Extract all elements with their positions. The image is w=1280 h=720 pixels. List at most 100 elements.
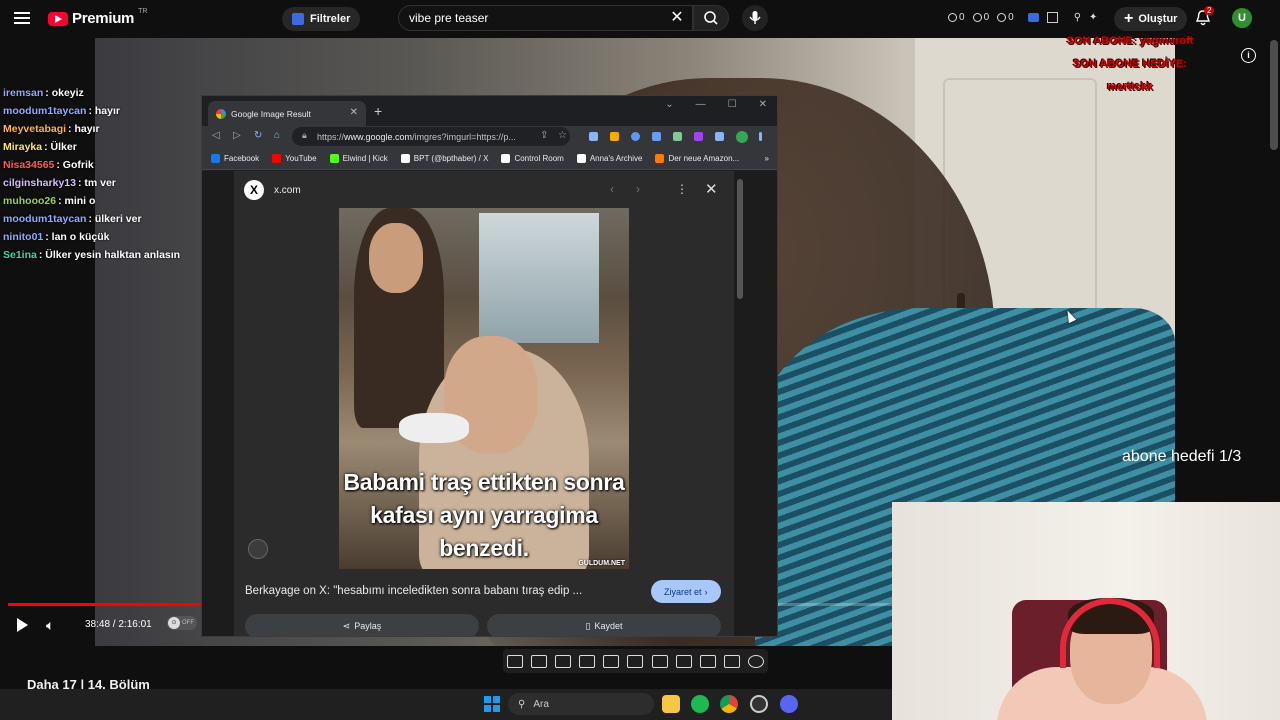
bookmark-item[interactable]: Facebook	[211, 154, 259, 163]
close-tab-icon[interactable]: ✕	[350, 107, 358, 118]
play-icon[interactable]	[14, 617, 30, 633]
filters-button[interactable]: Filtreler	[282, 7, 361, 31]
eye-icon	[972, 13, 982, 22]
share-button[interactable]: ⋖ Paylaş	[245, 614, 479, 636]
obs-icon[interactable]	[750, 695, 768, 713]
camera-icon[interactable]	[699, 654, 716, 668]
visit-button[interactable]: Ziyaret et ›	[651, 580, 721, 603]
close-panel-icon[interactable]: ✕	[705, 180, 718, 198]
chat-username[interactable]: Nisa34565	[3, 159, 54, 171]
more-options-icon[interactable]: ⋮	[676, 182, 688, 196]
lock-icon[interactable]: 🔒︎	[302, 130, 307, 141]
taskbar-search[interactable]: ⚲ Ara	[508, 693, 654, 715]
filters-label: Filtreler	[310, 13, 351, 25]
panel-scrollbar[interactable]	[737, 179, 743, 299]
puzzle-icon[interactable]	[652, 132, 661, 141]
bookmarks-bar: Facebook YouTube Elwind | Kick BPT (@bpthab…	[202, 148, 777, 170]
chevron-down-icon[interactable]: ⌄	[665, 99, 673, 110]
result-image[interactable]: Babami traş ettikten sonra kafası aynı y…	[339, 208, 629, 569]
chat-username[interactable]: Mirayka	[3, 141, 42, 153]
profile-avatar[interactable]	[736, 131, 748, 143]
avatar[interactable]: U	[1232, 8, 1252, 28]
chrome-menu-icon[interactable]	[759, 132, 762, 141]
picture-in-picture-icon[interactable]	[603, 654, 620, 668]
chat-username[interactable]: iremsan	[3, 87, 43, 99]
volume-icon[interactable]: 🔈︎	[46, 617, 66, 633]
chat-username[interactable]: Se1ina	[3, 249, 37, 261]
autoplay-toggle[interactable]: ⊙ OFF	[167, 616, 197, 630]
bookmark-star-icon[interactable]: ☆	[558, 130, 567, 141]
bookmark-item[interactable]: Anna's Archive	[576, 154, 642, 163]
chrome-icon[interactable]	[720, 695, 738, 713]
keyboard-icon[interactable]	[723, 654, 740, 668]
file-explorer-icon[interactable]	[662, 695, 680, 713]
address-bar[interactable]: https://www.google.com/imgres?imgurl=htt…	[292, 127, 570, 146]
search-button[interactable]	[693, 5, 729, 31]
broadcast-icon[interactable]	[531, 654, 548, 668]
extension-icon[interactable]	[631, 132, 640, 141]
clear-search-icon[interactable]: ✕	[668, 9, 686, 27]
trophy-icon[interactable]: ⚲	[1074, 12, 1081, 23]
youtube-logo[interactable]: Premium TR	[48, 8, 147, 27]
chat-username[interactable]: muhooo26	[3, 195, 56, 207]
notifications-button[interactable]: 2	[1194, 6, 1215, 29]
gear-icon[interactable]	[747, 654, 764, 668]
new-tab-icon[interactable]: +	[374, 103, 382, 119]
save-button[interactable]: ▯ Kaydet	[487, 614, 721, 636]
spotify-icon[interactable]	[691, 695, 709, 713]
extension-icon[interactable]	[589, 132, 598, 141]
forward-icon[interactable]: ▷	[233, 130, 241, 141]
chat-username[interactable]: ninito01	[3, 231, 43, 243]
share-page-icon[interactable]: ⇪	[540, 130, 548, 141]
bookmark-item[interactable]: YouTube	[272, 154, 317, 163]
bookmark-label: Der neue Amazon...	[668, 154, 740, 163]
side-panel-icon[interactable]	[715, 132, 724, 141]
result-title[interactable]: Berkayage on X: "hesabımı inceledikten s…	[245, 585, 582, 597]
list-icon[interactable]	[1046, 12, 1058, 23]
minimize-icon[interactable]: —	[696, 99, 706, 110]
voice-search-button[interactable]	[742, 5, 768, 31]
search-input[interactable]: vibe pre teaser	[398, 5, 693, 31]
home-icon[interactable]: ⌂	[274, 130, 280, 141]
chat-username[interactable]: Meyvetabagi	[3, 123, 66, 135]
chat-username[interactable]: moodum1taycan	[3, 213, 86, 225]
extension-stats[interactable]: 0 0 0 ⚲ ✦	[948, 12, 1097, 23]
chat-text: : Ülker yesin halktan anlasın	[38, 249, 181, 261]
more-bookmarks-icon[interactable]: »	[765, 154, 769, 163]
eye-toggle-icon[interactable]	[555, 654, 572, 668]
discord-icon[interactable]	[780, 695, 798, 713]
info-icon[interactable]: i	[1241, 48, 1256, 63]
filter-icon	[292, 13, 304, 25]
cinema-icon[interactable]	[627, 654, 644, 668]
chrome-tab[interactable]: Google Image Result ✕	[208, 101, 366, 126]
chat-username[interactable]: moodum1taycan	[3, 105, 86, 117]
image-source-header[interactable]: X x.com	[244, 180, 301, 200]
extension-icon[interactable]	[1027, 13, 1039, 22]
next-image-icon[interactable]: ›	[636, 182, 640, 196]
google-lens-icon[interactable]	[248, 539, 268, 559]
windows-start-icon[interactable]	[484, 696, 500, 712]
reload-icon[interactable]: ↻	[254, 130, 262, 141]
maximize-icon[interactable]: ☐	[728, 99, 737, 110]
bookmark-item[interactable]: Elwind | Kick	[329, 154, 388, 163]
close-window-icon[interactable]: ✕	[759, 99, 767, 110]
sparkle-icon[interactable]: ✦	[1089, 12, 1097, 23]
search-value: vibe pre teaser	[409, 11, 489, 25]
loop-icon[interactable]	[507, 654, 524, 668]
speed-icon[interactable]	[651, 654, 668, 668]
bookmark-item[interactable]: Control Room	[501, 154, 564, 163]
film-icon[interactable]	[579, 654, 596, 668]
back-icon[interactable]: ◁	[212, 130, 220, 141]
youtube-logo-word: Premium	[72, 10, 135, 27]
bookmark-item[interactable]: Der neue Amazon...	[655, 154, 739, 163]
bookmark-item[interactable]: BPT (@bpthaber) / X	[400, 154, 488, 163]
extension-icon[interactable]	[610, 132, 619, 141]
create-button[interactable]: + Oluştur	[1114, 7, 1188, 31]
add-icon[interactable]	[675, 654, 692, 668]
extension-icon[interactable]	[673, 132, 682, 141]
chat-username[interactable]: cilginsharky13	[3, 177, 76, 189]
extension-icon[interactable]	[694, 132, 703, 141]
page-scrollbar[interactable]	[1270, 40, 1278, 150]
menu-icon[interactable]	[14, 9, 34, 29]
previous-image-icon[interactable]: ‹	[610, 182, 614, 196]
